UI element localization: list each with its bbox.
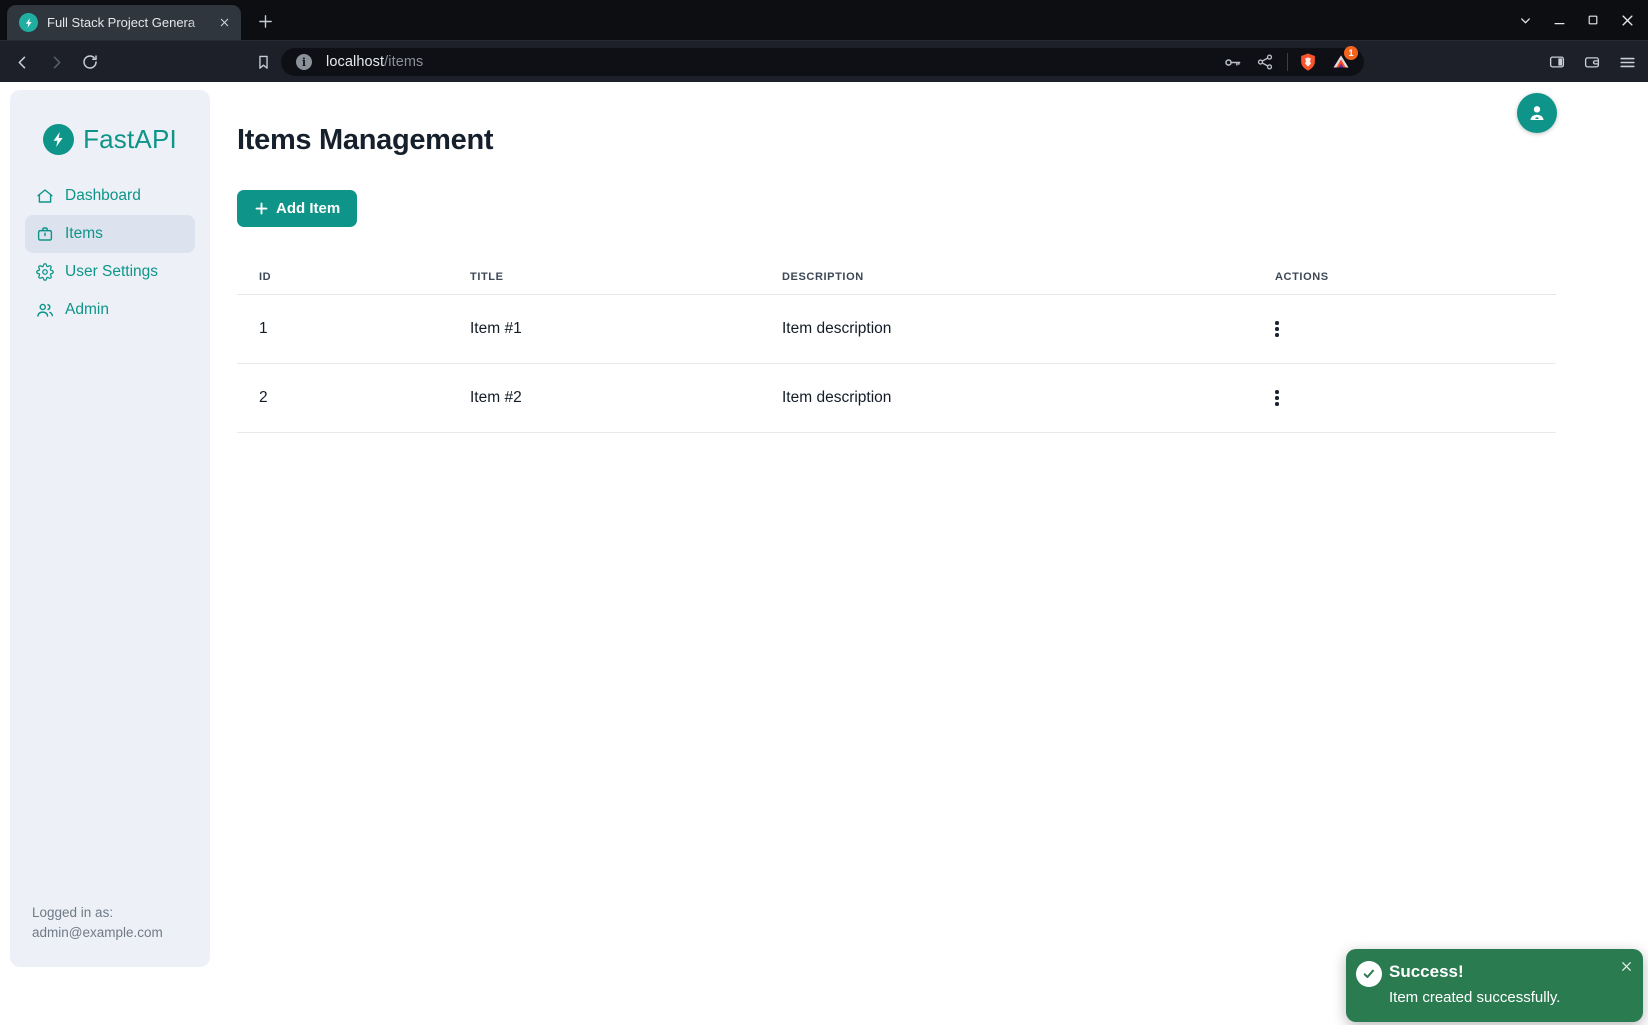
- sidebar-item-label: Dashboard: [65, 187, 141, 205]
- logged-in-label: Logged in as:: [32, 903, 163, 923]
- toast-title: Success!: [1389, 962, 1464, 982]
- sidebar: FastAPI Dashboard Items User Settings Ad…: [10, 90, 210, 967]
- url-text: localhost/items: [326, 54, 423, 70]
- logged-in-status: Logged in as: admin@example.com: [32, 903, 163, 943]
- address-bar[interactable]: i localhost/items 1: [281, 48, 1364, 76]
- fastapi-favicon-icon: [19, 13, 38, 32]
- reload-button[interactable]: [76, 48, 104, 76]
- new-tab-button[interactable]: [252, 8, 278, 34]
- sidebar-item-label: Admin: [65, 301, 109, 319]
- users-icon: [36, 301, 54, 319]
- browser-tab[interactable]: Full Stack Project Genera: [7, 5, 241, 40]
- cell-title: Item #1: [448, 295, 760, 364]
- browser-tab-bar: Full Stack Project Genera: [0, 0, 1648, 40]
- column-header-description: DESCRIPTION: [760, 258, 1253, 295]
- divider: [1287, 53, 1288, 71]
- url-host: localhost: [326, 54, 384, 70]
- table-row: 2 Item #2 Item description: [237, 364, 1556, 433]
- window-controls: [1506, 0, 1642, 40]
- password-key-icon[interactable]: [1219, 49, 1245, 75]
- brand-logo: FastAPI: [10, 122, 210, 156]
- briefcase-icon: [36, 225, 54, 243]
- row-actions-kebab-icon[interactable]: [1262, 383, 1292, 413]
- share-icon[interactable]: [1252, 49, 1278, 75]
- sidebar-item-user-settings[interactable]: User Settings: [25, 253, 195, 291]
- cell-id: 1: [237, 295, 448, 364]
- success-toast: Success! Item created successfully.: [1346, 949, 1643, 1022]
- table-row: 1 Item #1 Item description: [237, 295, 1556, 364]
- cell-title: Item #2: [448, 364, 760, 433]
- url-path: /items: [384, 54, 423, 70]
- cell-description: Item description: [760, 364, 1253, 433]
- app-page: FastAPI Dashboard Items User Settings Ad…: [0, 82, 1648, 1025]
- window-minimize-button[interactable]: [1544, 5, 1574, 35]
- brand-name: FastAPI: [83, 124, 177, 155]
- browser-toolbar: i localhost/items 1: [0, 40, 1648, 82]
- home-icon: [36, 187, 54, 205]
- tab-close-icon[interactable]: [215, 14, 233, 32]
- cell-actions: [1253, 364, 1556, 433]
- plus-icon: [254, 201, 269, 216]
- wallet-icon[interactable]: [1578, 48, 1606, 76]
- gear-icon: [36, 263, 54, 281]
- add-item-button[interactable]: Add Item: [237, 190, 357, 227]
- sidebar-nav: Dashboard Items User Settings Admin: [10, 177, 210, 329]
- user-avatar-icon: [1526, 102, 1548, 124]
- row-actions-kebab-icon[interactable]: [1262, 314, 1292, 344]
- sidebar-toggle-icon[interactable]: [1543, 48, 1571, 76]
- brave-rewards-icon[interactable]: 1: [1328, 49, 1354, 75]
- items-table: ID TITLE DESCRIPTION ACTIONS 1 Item #1 I…: [237, 258, 1556, 433]
- toast-message: Item created successfully.: [1389, 989, 1560, 1006]
- bookmark-icon[interactable]: [249, 48, 277, 76]
- tab-search-chevron-icon[interactable]: [1510, 5, 1540, 35]
- site-info-icon[interactable]: i: [296, 54, 312, 70]
- brave-shields-icon[interactable]: [1295, 49, 1321, 75]
- column-header-title: TITLE: [448, 258, 760, 295]
- cell-id: 2: [237, 364, 448, 433]
- cell-actions: [1253, 295, 1556, 364]
- column-header-id: ID: [237, 258, 448, 295]
- table-header-row: ID TITLE DESCRIPTION ACTIONS: [237, 258, 1556, 295]
- window-maximize-button[interactable]: [1578, 5, 1608, 35]
- logged-in-email: admin@example.com: [32, 923, 163, 943]
- address-bar-actions: 1: [1212, 48, 1354, 76]
- tab-title-fade: [189, 5, 217, 40]
- column-header-actions: ACTIONS: [1253, 258, 1556, 295]
- back-button[interactable]: [8, 48, 36, 76]
- user-avatar-button[interactable]: [1517, 93, 1557, 133]
- page-title: Items Management: [237, 124, 493, 157]
- toolbar-right-actions: [1543, 48, 1648, 76]
- fastapi-lightning-icon: [43, 124, 74, 155]
- sidebar-item-admin[interactable]: Admin: [25, 291, 195, 329]
- check-circle-icon: [1356, 961, 1382, 987]
- toast-close-icon[interactable]: [1617, 957, 1635, 975]
- forward-button[interactable]: [42, 48, 70, 76]
- menu-hamburger-icon[interactable]: [1613, 48, 1641, 76]
- sidebar-item-label: User Settings: [65, 263, 158, 281]
- sidebar-item-items[interactable]: Items: [25, 215, 195, 253]
- cell-description: Item description: [760, 295, 1253, 364]
- rewards-badge: 1: [1344, 46, 1358, 60]
- window-close-button[interactable]: [1612, 5, 1642, 35]
- sidebar-item-label: Items: [65, 225, 103, 243]
- add-item-label: Add Item: [276, 200, 340, 217]
- sidebar-item-dashboard[interactable]: Dashboard: [25, 177, 195, 215]
